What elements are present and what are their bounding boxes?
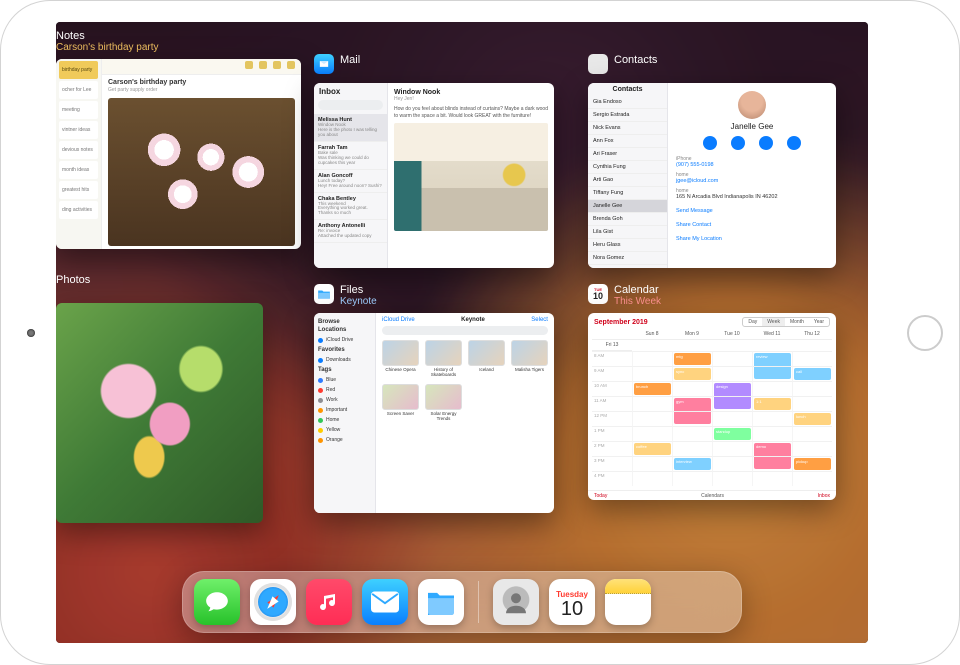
calendar-grid: 8 AMmtgreview 9 AMsynccall 10 AMbrunchde… <box>588 351 836 490</box>
file-thumb <box>425 340 462 366</box>
call-action-icon <box>731 136 745 150</box>
switcher-card-calendar[interactable]: TUE10 Calendar This Week September 2019 … <box>588 284 836 500</box>
file-thumb <box>382 384 419 410</box>
calendar-month: September 2019 <box>594 319 648 326</box>
dock-safari-icon[interactable] <box>250 579 296 625</box>
mail-search <box>318 100 383 110</box>
contact-name: Janelle Gee <box>676 122 828 131</box>
calendar-today-link: Today <box>594 493 607 499</box>
note-sub: Get party supply order <box>102 87 301 96</box>
app-title: Contacts <box>614 54 657 66</box>
screen: Notes Carson's birthday party birthday p… <box>56 22 868 643</box>
mail-icon <box>314 54 334 74</box>
files-select: Select <box>531 317 548 323</box>
app-title: Files <box>340 284 377 296</box>
app-subtitle: Carson's birthday party <box>56 42 159 53</box>
switcher-card-files[interactable]: Files Keynote Browse Locations iCloud Dr… <box>314 284 554 513</box>
file-thumb <box>425 384 462 410</box>
switcher-card-mail[interactable]: Mail Inbox Melissa HuntWindow NookHere i… <box>314 54 554 268</box>
home-button[interactable] <box>907 315 943 351</box>
files-back: iCloud Drive <box>382 317 415 323</box>
dock-contacts-icon[interactable] <box>493 579 539 625</box>
notes-toolbar <box>102 59 301 75</box>
app-title: Photos <box>56 274 90 286</box>
message-action-icon <box>703 136 717 150</box>
mail-action-icon <box>787 136 801 150</box>
calendar-view-segments: Day Week Month Year <box>742 317 830 327</box>
switcher-card-photos[interactable]: Photos <box>56 274 263 523</box>
files-sidebar: Browse Locations iCloud Drive Favorites … <box>314 313 376 513</box>
calendar-icon: TUE10 <box>588 284 608 304</box>
app-switcher: Notes Carson's birthday party birthday p… <box>56 22 868 643</box>
inbox-label: Inbox <box>314 83 387 98</box>
dock-calendar-num: 10 <box>561 599 583 619</box>
calendar-inbox-link: Inbox <box>818 493 830 499</box>
files-icon <box>314 284 334 304</box>
dock-calendar-icon[interactable]: Tuesday 10 <box>549 579 595 625</box>
mail-photo-livingroom <box>394 123 548 231</box>
note-title: Carson's birthday party <box>102 75 301 87</box>
dock-messages-icon[interactable] <box>194 579 240 625</box>
file-thumb <box>382 340 419 366</box>
app-title: Notes <box>56 30 159 42</box>
contacts-icon <box>588 54 608 74</box>
files-folder-title: Keynote <box>461 317 485 323</box>
contact-avatar <box>738 91 766 119</box>
dock-mail-icon[interactable] <box>362 579 408 625</box>
note-photo-cupcakes <box>108 98 295 246</box>
mail-body: How do you feel about blinds instead of … <box>394 106 548 119</box>
dock-files-icon[interactable] <box>418 579 464 625</box>
contact-detail: Janelle Gee iPhone (907) 555-0198 home j… <box>668 83 836 268</box>
mail-preview: Window Nook Hey Jen! How do you feel abo… <box>388 83 554 268</box>
file-thumb <box>511 340 548 366</box>
switcher-card-notes[interactable]: Notes Carson's birthday party birthday p… <box>56 30 301 249</box>
dock-notes-icon[interactable] <box>605 579 651 625</box>
file-thumb <box>468 340 505 366</box>
contacts-list: Contacts Gia Endoso Sergio Estrada Nick … <box>588 83 668 268</box>
photos-preview-flower <box>56 303 263 523</box>
app-subtitle: This Week <box>614 296 661 307</box>
mail-message-list: Inbox Melissa HuntWindow NookHere is the… <box>314 83 388 268</box>
mail-greeting: Hey Jen! <box>394 96 548 102</box>
files-search <box>382 326 548 335</box>
switcher-card-contacts[interactable]: Contacts Contacts Gia Endoso Sergio Estr… <box>588 54 836 268</box>
dock-music-icon[interactable] <box>306 579 352 625</box>
app-title: Calendar <box>614 284 661 296</box>
notes-sidebar: birthday party ocher for Lee meeting vin… <box>56 59 102 249</box>
mail-subject: Window Nook <box>394 89 548 96</box>
app-subtitle: Keynote <box>340 296 377 307</box>
ipad-device: Notes Carson's birthday party birthday p… <box>0 0 960 665</box>
files-main: iCloud Drive Keynote Select Chinese Oper… <box>376 313 554 513</box>
calendar-calendars-link: Calendars <box>701 493 724 499</box>
calendar-day-headers: Sun 8 Mon 9 Tue 10 Wed 11 Thu 12 Fri 13 <box>588 329 836 351</box>
front-camera <box>27 329 35 337</box>
contact-actions <box>676 136 828 150</box>
dock-separator <box>478 581 479 623</box>
app-title: Mail <box>340 54 360 66</box>
dock: Tuesday 10 <box>182 571 742 633</box>
video-action-icon <box>759 136 773 150</box>
